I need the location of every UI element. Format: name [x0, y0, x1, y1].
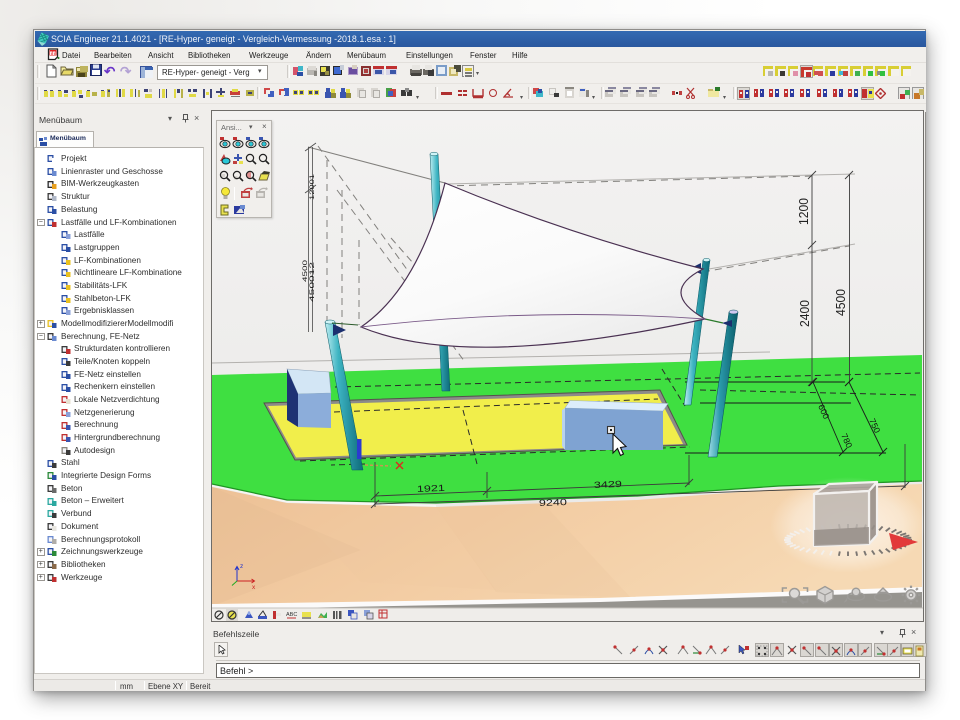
svg-text:z: z: [240, 563, 243, 570]
svg-text:3429: 3429: [594, 479, 622, 490]
svg-text:450012: 450012: [309, 261, 316, 302]
svg-text:ABC: ABC: [286, 612, 297, 618]
svg-text:1200: 1200: [797, 198, 811, 225]
svg-text:9240: 9240: [539, 497, 567, 508]
svg-text:4500: 4500: [834, 289, 848, 316]
svg-text:2400: 2400: [798, 300, 812, 327]
svg-text:1921: 1921: [417, 483, 445, 494]
svg-text:12001: 12001: [309, 173, 316, 200]
svg-text:4500: 4500: [302, 259, 309, 282]
